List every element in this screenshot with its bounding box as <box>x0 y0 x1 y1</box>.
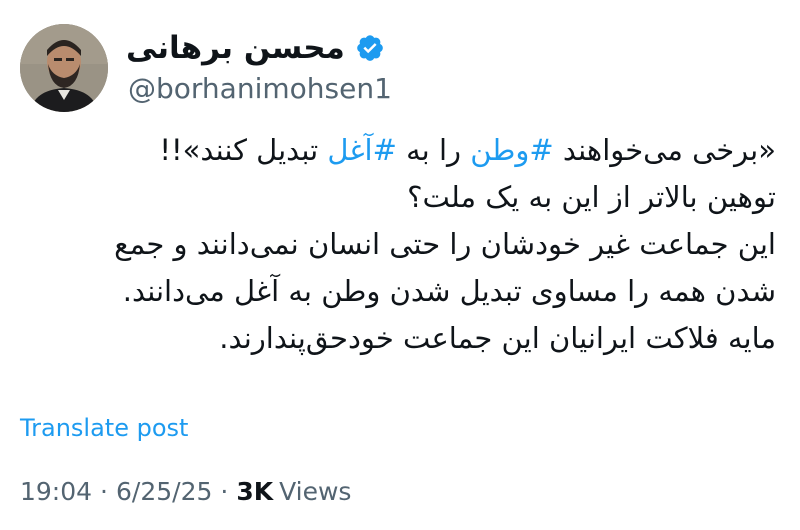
tweet-card: محسن برهانی @borhanimohsen1 «برخی می‌خوا… <box>0 0 800 530</box>
post-time[interactable]: 19:04 <box>20 477 92 506</box>
views-label: Views <box>279 477 352 506</box>
meta-separator: · <box>100 477 108 506</box>
tweet-line-2: توهین بالاتر از این به یک ملت؟ <box>407 180 776 214</box>
views-count: 3K <box>236 477 274 506</box>
hashtag-link-aghol[interactable]: #آغل <box>327 133 396 167</box>
translate-post-link[interactable]: Translate post <box>20 414 188 442</box>
tweet-text: «برخی می‌خواهند #وطن را به #آغل تبدیل کن… <box>16 127 776 362</box>
tweet-text-segment: را به <box>396 133 471 167</box>
post-date[interactable]: 6/25/25 <box>116 477 212 506</box>
tweet-line-4: شدن همه را مساوی تبدیل شدن وطن به آغل می… <box>122 274 776 308</box>
tweet-line-3: این جماعت غیر خودشان را حتی انسان نمی‌دا… <box>114 227 776 261</box>
avatar-photo <box>20 24 108 112</box>
tweet-line-5: مایه فلاکت ایرانیان این جماعت خودحق‌پندا… <box>219 321 776 355</box>
verified-badge-icon[interactable] <box>355 33 385 63</box>
tweet-line-1: «برخی می‌خواهند #وطن را به #آغل تبدیل کن… <box>16 127 776 174</box>
author-name-row: محسن برهانی <box>126 28 385 68</box>
tweet-meta: 19:04 · 6/25/25 · 3K Views <box>20 477 351 506</box>
author-display-name[interactable]: محسن برهانی <box>126 30 345 66</box>
avatar[interactable] <box>20 24 108 112</box>
tweet-text-segment: «برخی می‌خواهند <box>553 133 776 167</box>
meta-separator: · <box>220 477 229 506</box>
author-handle[interactable]: @borhanimohsen1 <box>128 72 392 105</box>
tweet-text-segment: تبدیل کنند»!! <box>159 133 328 167</box>
hashtag-link-vatan[interactable]: #وطن <box>470 133 553 167</box>
